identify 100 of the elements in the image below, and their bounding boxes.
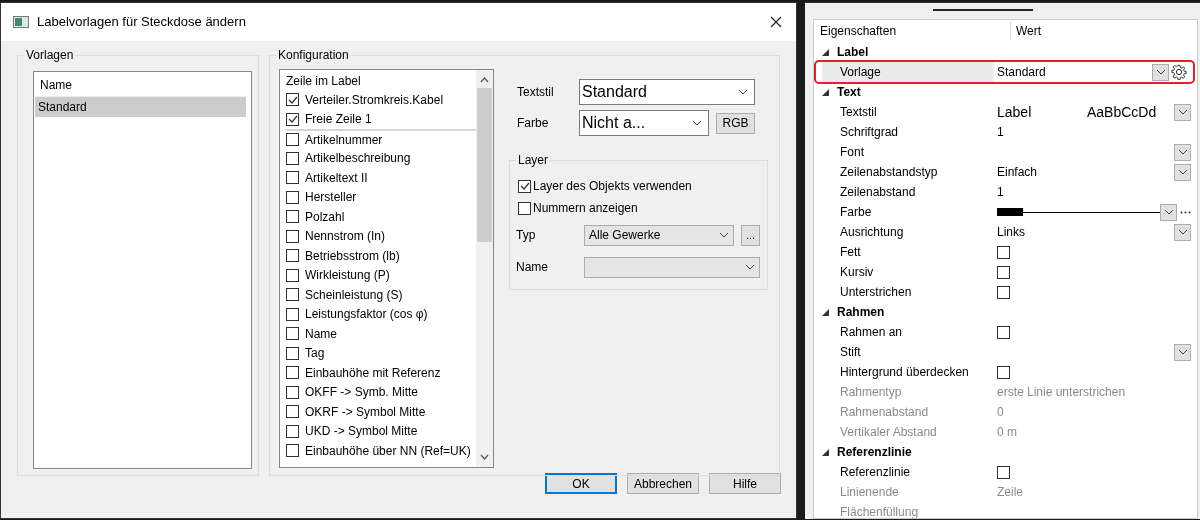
property-name: Referenzlinie xyxy=(839,464,912,481)
property-value: Label xyxy=(997,102,1033,122)
dropdown-button[interactable] xyxy=(1160,203,1177,221)
checkbox[interactable] xyxy=(997,465,1010,479)
checkbox[interactable] xyxy=(286,249,299,263)
expander-icon[interactable] xyxy=(822,308,829,316)
checkbox[interactable] xyxy=(286,327,299,341)
line-label: Scheinleistung (S) xyxy=(305,286,403,304)
dropdown-button[interactable] xyxy=(1174,223,1191,241)
checkbox[interactable] xyxy=(286,210,299,224)
line-label: Artikelnummer xyxy=(305,131,383,149)
checkbox[interactable] xyxy=(286,133,299,147)
checkbox[interactable] xyxy=(286,268,299,282)
scrollbar[interactable] xyxy=(476,70,493,467)
checkbox[interactable] xyxy=(286,151,299,165)
checkbox[interactable] xyxy=(997,265,1010,279)
checkbox[interactable] xyxy=(997,245,1010,259)
property-value: Links xyxy=(997,224,1026,241)
checkbox[interactable] xyxy=(286,190,299,204)
checkbox[interactable] xyxy=(286,288,299,302)
property-name: Flächenfüllung xyxy=(839,504,920,518)
line-label: Polzahl xyxy=(305,208,345,226)
style-sample: AaBbCcDd xyxy=(1087,102,1158,122)
category-title: Referenzlinie xyxy=(837,444,912,461)
expander-icon[interactable] xyxy=(822,88,829,96)
dropdown-button[interactable] xyxy=(1174,163,1191,181)
line-label: UKD -> Symbol Mitte xyxy=(305,423,418,441)
checkbox[interactable] xyxy=(286,229,299,243)
line-label: Leistungsfaktor (cos φ) xyxy=(305,306,428,324)
checkbox[interactable] xyxy=(286,171,299,185)
scroll-up-icon[interactable] xyxy=(480,77,489,83)
category-title: Label xyxy=(837,44,869,61)
expander-icon[interactable] xyxy=(822,48,829,56)
scroll-thumb[interactable] xyxy=(477,88,492,242)
checkbox[interactable] xyxy=(518,201,531,215)
property-name: Kursiv xyxy=(839,264,875,281)
dropdown-button[interactable] xyxy=(1174,343,1191,361)
checkbox[interactable] xyxy=(997,325,1010,339)
property-value: Zeile xyxy=(997,484,1023,501)
chevron-down-icon xyxy=(1177,169,1188,175)
line-label: Einbauhöhe über NN (Ref=UK) xyxy=(305,442,471,460)
property-name: Hintergrund überdecken xyxy=(839,364,970,381)
property-name: Linienende xyxy=(839,484,900,501)
property-name: Stift xyxy=(839,344,862,361)
checkbox[interactable] xyxy=(286,385,299,399)
scroll-down-icon[interactable] xyxy=(480,454,489,460)
line-label: Name xyxy=(305,325,337,343)
line-label: Nennstrom (In) xyxy=(305,228,386,246)
checkbox[interactable] xyxy=(997,365,1010,379)
dialog-button[interactable]: Hilfe xyxy=(709,473,781,494)
property-name: Font xyxy=(839,144,865,161)
property-value: 1 xyxy=(997,184,1004,201)
checkbox[interactable] xyxy=(286,405,299,419)
rgb-button[interactable]: RGB xyxy=(716,112,755,134)
property-name: Rahmen an xyxy=(839,324,904,341)
textstyle-dropdown[interactable]: Standard xyxy=(579,79,755,105)
color-dropdown[interactable]: Nicht a... xyxy=(579,110,709,136)
chevron-down-icon xyxy=(1177,349,1188,355)
category-title: Rahmen xyxy=(837,304,885,321)
chevron-down-icon xyxy=(1177,229,1188,235)
checkbox[interactable] xyxy=(286,93,299,107)
browse-button[interactable]: ... xyxy=(741,224,760,246)
chevron-down-icon xyxy=(738,89,748,95)
column-header: Zeile im Label xyxy=(286,73,362,90)
settings-icon[interactable] xyxy=(1171,64,1187,80)
window-icon xyxy=(13,16,29,28)
dropdown-button[interactable] xyxy=(1174,143,1191,161)
line-label: OKFF -> Symb. Mitte xyxy=(305,384,418,402)
field-label: Name xyxy=(516,259,549,276)
checkbox[interactable] xyxy=(286,346,299,360)
dialog-button[interactable]: Abbrechen xyxy=(627,473,699,494)
chevron-down-icon xyxy=(1155,69,1166,75)
checkbox[interactable] xyxy=(997,285,1010,299)
checkbox[interactable] xyxy=(286,424,299,438)
checkbox[interactable] xyxy=(286,444,299,458)
checkbox[interactable] xyxy=(286,112,299,126)
field-label: Textstil xyxy=(516,84,555,101)
checkbox[interactable] xyxy=(518,179,531,193)
line-label: Artikeltext II xyxy=(305,169,368,187)
close-icon[interactable] xyxy=(770,16,782,28)
expander-icon[interactable] xyxy=(822,448,829,456)
line-label: Einbauhöhe mit Referenz xyxy=(305,364,441,382)
group-title: Vorlagen xyxy=(24,48,76,62)
property-name: Rahmentyp xyxy=(839,384,903,401)
type-dropdown[interactable]: Alle Gewerke xyxy=(584,224,734,246)
column-header: Wert xyxy=(1015,23,1042,40)
property-value: 0 m xyxy=(997,424,1017,441)
dropdown-button[interactable] xyxy=(1174,103,1191,121)
checkbox[interactable] xyxy=(286,307,299,321)
more-icon[interactable] xyxy=(1179,210,1191,214)
chevron-down-icon xyxy=(1177,109,1188,115)
checkbox[interactable] xyxy=(286,366,299,380)
property-name: Unterstrichen xyxy=(839,284,913,301)
template-item[interactable]: Standard xyxy=(35,97,246,117)
dropdown-button[interactable] xyxy=(1152,63,1169,81)
property-value: Einfach xyxy=(997,164,1039,181)
splitter-handle[interactable] xyxy=(932,9,1033,11)
dialog-button[interactable]: OK xyxy=(545,473,617,494)
line-label: Hersteller xyxy=(305,189,357,207)
option-label: Nummern anzeigen xyxy=(533,200,638,217)
